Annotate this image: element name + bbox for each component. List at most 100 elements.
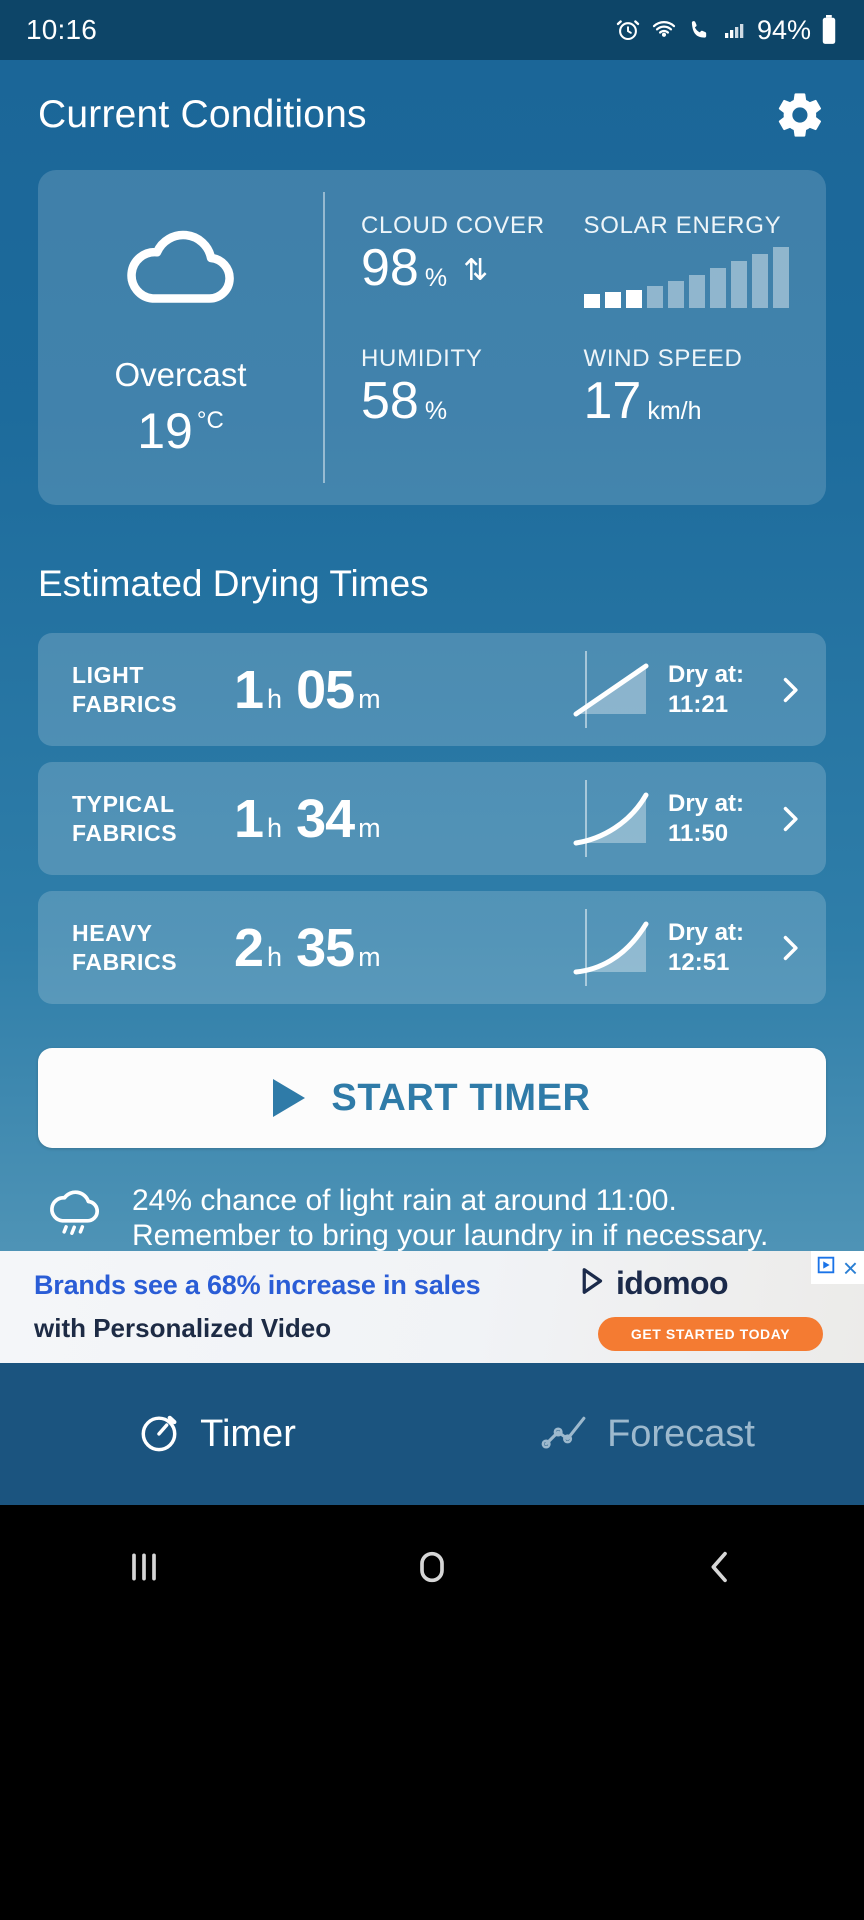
duration-minutes-unit: m — [358, 683, 381, 714]
fabric-label-line1: LIGHT — [72, 662, 144, 689]
metric-label: WIND SPEED — [583, 344, 743, 372]
fabric-label: LIGHT FABRICS — [72, 661, 222, 717]
metric-unit: % — [424, 396, 448, 425]
cloud-icon — [116, 221, 246, 312]
wifi-icon — [650, 17, 678, 43]
recents-icon[interactable] — [0, 1547, 288, 1587]
duration-hours-unit: h — [267, 812, 283, 843]
drying-curve-icon — [572, 789, 654, 849]
metric-value: 98 — [361, 239, 419, 297]
drying-curve-icon — [572, 660, 654, 720]
status-bar-clock: 10:16 — [26, 14, 98, 45]
battery-percent-label: 94% — [756, 14, 811, 45]
dry-at-label: Dry at: — [668, 918, 745, 946]
tab-timer[interactable]: Timer — [0, 1409, 432, 1460]
alarm-icon — [615, 17, 641, 43]
drying-row-light[interactable]: LIGHT FABRICS 1 h 05 m Dry at: 11:21 — [38, 633, 826, 746]
tab-forecast[interactable]: Forecast — [432, 1412, 864, 1457]
condition-summary: Overcast 19 °C — [38, 170, 323, 505]
start-timer-label: START TIMER — [331, 1076, 591, 1119]
fabric-label-line2: FABRICS — [72, 819, 178, 846]
fabric-label: TYPICAL FABRICS — [72, 790, 222, 846]
ad-close-icon[interactable]: × — [843, 1255, 858, 1281]
metric-label: HUMIDITY — [361, 344, 483, 372]
metric-unit: % — [424, 264, 448, 292]
back-icon[interactable] — [576, 1547, 864, 1587]
row-trailing: Dry at: 11:50 — [572, 762, 806, 875]
call-icon — [687, 17, 713, 43]
drying-curve-icon — [572, 918, 654, 978]
fabric-label: HEAVY FABRICS — [72, 919, 222, 975]
dry-at-label: Dry at: — [668, 789, 745, 817]
home-icon[interactable] — [288, 1547, 576, 1587]
drying-times-list: LIGHT FABRICS 1 h 05 m Dry at: 11:21 TYP… — [38, 633, 826, 1004]
duration-hours-unit: h — [267, 683, 283, 714]
up-down-arrows-icon: ⇅ — [463, 254, 489, 287]
play-icon — [273, 1079, 306, 1117]
temperature-number: 19 — [137, 403, 193, 459]
metric-solar-energy: SOLAR ENERGY — [583, 212, 807, 339]
ad-cta-button[interactable]: GET STARTED TODAY — [598, 1317, 823, 1351]
android-navigation-bar — [0, 1505, 864, 1920]
duration-minutes: 05 — [296, 659, 355, 720]
line-chart-icon — [541, 1412, 589, 1457]
duration-hours: 2 — [234, 917, 264, 978]
cloud-rain-icon — [44, 1185, 106, 1252]
card-divider — [323, 192, 325, 483]
condition-label: Overcast — [114, 356, 247, 393]
ad-brand-name: idomoo — [616, 1265, 729, 1301]
temperature-value: 19 °C — [137, 402, 224, 460]
row-trailing: Dry at: 11:21 — [572, 633, 806, 746]
battery-icon — [820, 15, 838, 45]
tab-timer-label: Timer — [200, 1412, 296, 1455]
dry-at-label: Dry at: — [668, 660, 745, 688]
chevron-right-icon[interactable] — [774, 932, 806, 964]
fabric-label-line2: FABRICS — [72, 948, 178, 975]
start-timer-button[interactable]: START TIMER — [38, 1048, 826, 1148]
chevron-right-icon[interactable] — [774, 674, 806, 706]
phone-screen: 10:16 94% Current Conditions Overcast 19… — [0, 0, 864, 1920]
duration-minutes-unit: m — [358, 941, 381, 972]
dry-at-time: 11:50 — [668, 819, 729, 847]
metric-value: 58 — [361, 371, 419, 430]
metric-label: SOLAR ENERGY — [583, 212, 782, 239]
drying-duration: 2 h 35 m — [234, 917, 381, 979]
ad-subheadline: with Personalized Video — [34, 1313, 332, 1343]
ad-badges: × — [810, 1251, 864, 1284]
tab-forecast-label: Forecast — [607, 1412, 755, 1455]
app-bar: Current Conditions — [0, 60, 864, 170]
gear-icon[interactable] — [774, 89, 826, 141]
metric-wind-speed: WIND SPEED 17 km/h — [584, 345, 807, 472]
drying-row-typical[interactable]: TYPICAL FABRICS 1 h 34 m Dry at: 11:50 — [38, 762, 826, 875]
duration-minutes: 35 — [296, 917, 355, 978]
page-title: Current Conditions — [38, 93, 367, 136]
solar-bars-icon — [583, 246, 807, 308]
row-trailing: Dry at: 12:51 — [572, 891, 806, 1004]
dry-at-time: 11:21 — [668, 690, 729, 718]
temperature-unit: °C — [196, 407, 224, 434]
stopwatch-icon — [136, 1409, 182, 1460]
fabric-label-line1: TYPICAL — [72, 791, 175, 818]
duration-hours: 1 — [234, 659, 264, 720]
duration-minutes: 34 — [296, 788, 355, 849]
weather-metrics: CLOUD COVER 98 % ⇅ SOLAR ENERGY HUMIDITY… — [323, 170, 826, 505]
metric-unit: km/h — [647, 396, 702, 425]
current-conditions-card: Overcast 19 °C CLOUD COVER 98 % ⇅ SOLAR E… — [38, 170, 826, 505]
drying-duration: 1 h 34 m — [234, 788, 381, 850]
rain-advisory: 24% chance of light rain at around 11:00… — [44, 1184, 820, 1254]
dry-at-block: Dry at: 11:50 — [668, 789, 760, 849]
dry-at-block: Dry at: 12:51 — [668, 918, 760, 978]
chevron-right-icon[interactable] — [774, 803, 806, 835]
ad-banner[interactable]: Brands see a 68% increase in sales with … — [0, 1251, 864, 1363]
drying-duration: 1 h 05 m — [234, 659, 381, 721]
ad-copy: Brands see a 68% increase in sales with … — [34, 1270, 481, 1344]
section-title-drying-times: Estimated Drying Times — [38, 563, 429, 604]
bottom-tab-bar: Timer Forecast — [0, 1363, 864, 1505]
drying-row-heavy[interactable]: HEAVY FABRICS 2 h 35 m Dry at: 12:51 — [38, 891, 826, 1004]
dry-at-time: 12:51 — [668, 948, 730, 976]
fabric-label-line2: FABRICS — [72, 690, 178, 717]
adchoices-icon[interactable] — [815, 1254, 837, 1281]
duration-minutes-unit: m — [358, 812, 381, 843]
dry-at-block: Dry at: 11:21 — [668, 660, 760, 720]
metric-humidity: HUMIDITY 58 % — [361, 345, 584, 472]
